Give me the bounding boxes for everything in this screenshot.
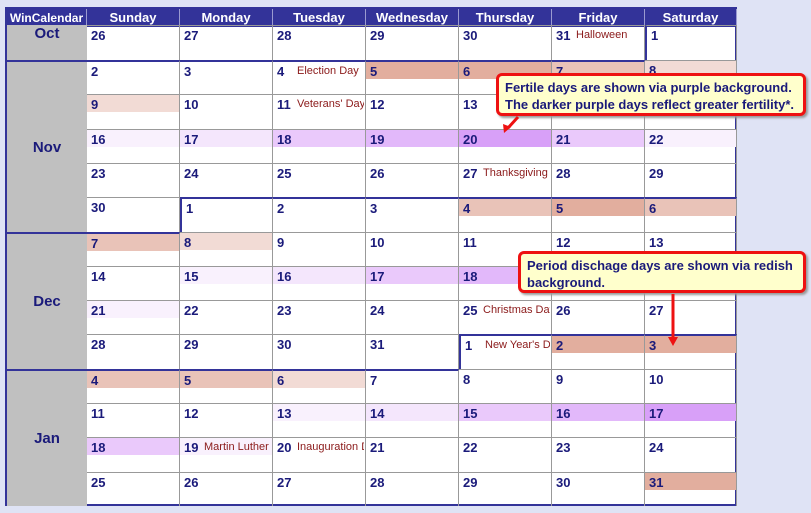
callout-arrows — [503, 115, 678, 346]
fertile-arrow — [506, 115, 520, 130]
period-arrowhead — [668, 337, 678, 346]
